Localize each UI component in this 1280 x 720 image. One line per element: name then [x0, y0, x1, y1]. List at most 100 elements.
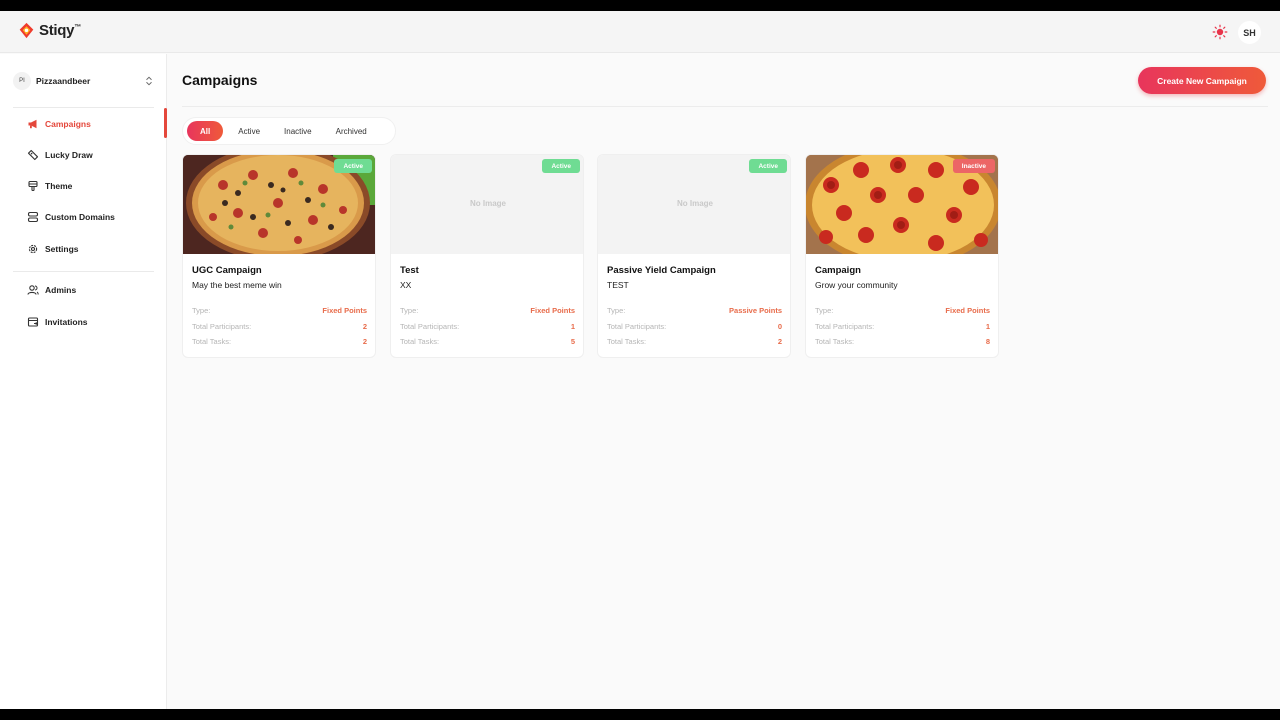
domains-icon — [27, 211, 39, 223]
org-switcher[interactable]: PI Pizzaandbeer — [13, 71, 154, 91]
participants-row: Total Participants: 2 — [192, 322, 367, 332]
type-label: Type: — [192, 306, 211, 315]
campaign-description: May the best meme win — [192, 280, 282, 290]
tasks-row: Total Tasks: 2 — [607, 337, 782, 347]
status-badge: Active — [334, 159, 372, 173]
type-value: Fixed Points — [530, 306, 575, 315]
status-badge: Inactive — [952, 159, 995, 173]
stiqy-logo-icon — [19, 22, 34, 39]
megaphone-icon — [28, 119, 37, 129]
campaign-description: Grow your community — [815, 280, 898, 290]
sidebar-item-label: Theme — [45, 181, 73, 191]
status-badge: Active — [749, 159, 787, 173]
filter-tab-archived[interactable]: Archived — [327, 121, 376, 141]
tasks-row: Total Tasks: 8 — [815, 337, 990, 347]
campaign-image-placeholder: No Image Active — [598, 155, 790, 254]
app-name: Stiqy™ — [39, 22, 81, 39]
participants-value: 2 — [362, 322, 367, 331]
participants-label: Total Participants: — [400, 322, 460, 331]
sidebar-item-theme[interactable]: Theme — [27, 179, 72, 193]
sidebar-item-label: Campaigns — [45, 119, 91, 129]
sidebar-item-label: Custom Domains — [45, 212, 115, 222]
tasks-value: 5 — [570, 337, 575, 346]
participants-row: Total Participants: 0 — [607, 322, 782, 332]
campaign-image-placeholder: No Image Active — [391, 155, 583, 254]
campaign-card[interactable]: Active UGC Campaign May the best meme wi… — [182, 154, 376, 358]
campaign-card[interactable]: No Image Active Test XX Type: Fixed Point… — [390, 154, 584, 358]
sidebar-item-campaigns[interactable]: Campaigns — [27, 117, 91, 131]
campaign-card[interactable]: No Image Active Passive Yield Campaign T… — [597, 154, 791, 358]
participants-value: 1 — [570, 322, 575, 331]
participants-value: 0 — [777, 322, 782, 331]
app-window: Stiqy™ SH PI Pizzaandbeer Campaigns Luck… — [0, 11, 1280, 709]
sidebar-divider — [13, 107, 154, 108]
create-new-campaign-button[interactable]: Create New Campaign — [1138, 67, 1266, 94]
sidebar-item-label: Invitations — [45, 317, 88, 327]
tasks-label: Total Tasks: — [400, 337, 440, 346]
chevron-up-down-icon — [146, 76, 152, 86]
campaign-description: XX — [400, 280, 412, 290]
campaign-title: Passive Yield Campaign — [607, 265, 716, 276]
campaign-filter-tabs: All Active Inactive Archived — [182, 117, 396, 145]
active-nav-indicator — [164, 108, 167, 138]
campaign-type-row: Type: Fixed Points — [815, 306, 990, 316]
org-name: Pizzaandbeer — [36, 76, 91, 86]
gear-icon — [28, 244, 38, 254]
filter-tab-inactive[interactable]: Inactive — [275, 121, 321, 141]
sidebar-item-label: Settings — [45, 244, 79, 254]
tasks-row: Total Tasks: 5 — [400, 337, 575, 347]
sidebar-divider — [13, 271, 154, 272]
ticket-icon — [27, 149, 39, 161]
campaign-card[interactable]: Inactive Campaign Grow your community Ty… — [805, 154, 999, 358]
theme-toggle-sun-icon[interactable] — [1212, 24, 1228, 40]
tasks-value: 2 — [777, 337, 782, 346]
participants-label: Total Participants: — [607, 322, 667, 331]
filter-tab-active[interactable]: Active — [229, 121, 269, 141]
no-image-label: No Image — [469, 199, 506, 208]
tasks-row: Total Tasks: 2 — [192, 337, 367, 347]
top-bar: Stiqy™ SH — [0, 11, 1280, 53]
sidebar-item-label: Admins — [45, 285, 77, 295]
sidebar-item-custom-domains[interactable]: Custom Domains — [27, 210, 115, 224]
header-divider — [182, 106, 1268, 107]
type-label: Type: — [607, 306, 626, 315]
campaign-title: Test — [400, 265, 419, 276]
campaign-type-row: Type: Fixed Points — [400, 306, 575, 316]
users-icon — [27, 285, 39, 295]
palette-icon — [28, 180, 38, 192]
filter-tab-all[interactable]: All — [187, 121, 224, 141]
campaign-type-row: Type: Fixed Points — [192, 306, 367, 316]
participants-label: Total Participants: — [815, 322, 875, 331]
sidebar-item-invitations[interactable]: Invitations — [27, 315, 88, 329]
tasks-label: Total Tasks: — [192, 337, 232, 346]
participants-row: Total Participants: 1 — [815, 322, 990, 332]
type-label: Type: — [815, 306, 834, 315]
org-avatar: PI — [13, 72, 31, 90]
no-image-label: No Image — [676, 199, 713, 208]
app-logo[interactable]: Stiqy™ — [18, 22, 81, 39]
campaign-title: UGC Campaign — [192, 265, 262, 276]
participants-row: Total Participants: 1 — [400, 322, 575, 332]
status-badge: Active — [542, 159, 580, 173]
type-value: Passive Points — [729, 306, 782, 315]
sidebar-item-lucky-draw[interactable]: Lucky Draw — [27, 148, 93, 162]
campaign-image: Active — [183, 155, 375, 254]
sidebar: PI Pizzaandbeer Campaigns Lucky Draw The… — [0, 54, 167, 709]
campaign-description: TEST — [607, 280, 629, 290]
sidebar-item-label: Lucky Draw — [45, 150, 93, 160]
user-avatar[interactable]: SH — [1238, 21, 1261, 44]
tasks-label: Total Tasks: — [815, 337, 855, 346]
invitation-icon — [27, 317, 39, 327]
tasks-value: 8 — [985, 337, 990, 346]
participants-value: 1 — [985, 322, 990, 331]
type-label: Type: — [400, 306, 419, 315]
page-title: Campaigns — [182, 72, 258, 88]
campaign-image: Inactive — [806, 155, 998, 254]
type-value: Fixed Points — [322, 306, 367, 315]
campaign-type-row: Type: Passive Points — [607, 306, 782, 316]
type-value: Fixed Points — [945, 306, 990, 315]
sidebar-item-admins[interactable]: Admins — [27, 283, 76, 297]
tasks-value: 2 — [362, 337, 367, 346]
sidebar-item-settings[interactable]: Settings — [27, 242, 79, 256]
campaign-title: Campaign — [815, 265, 861, 276]
